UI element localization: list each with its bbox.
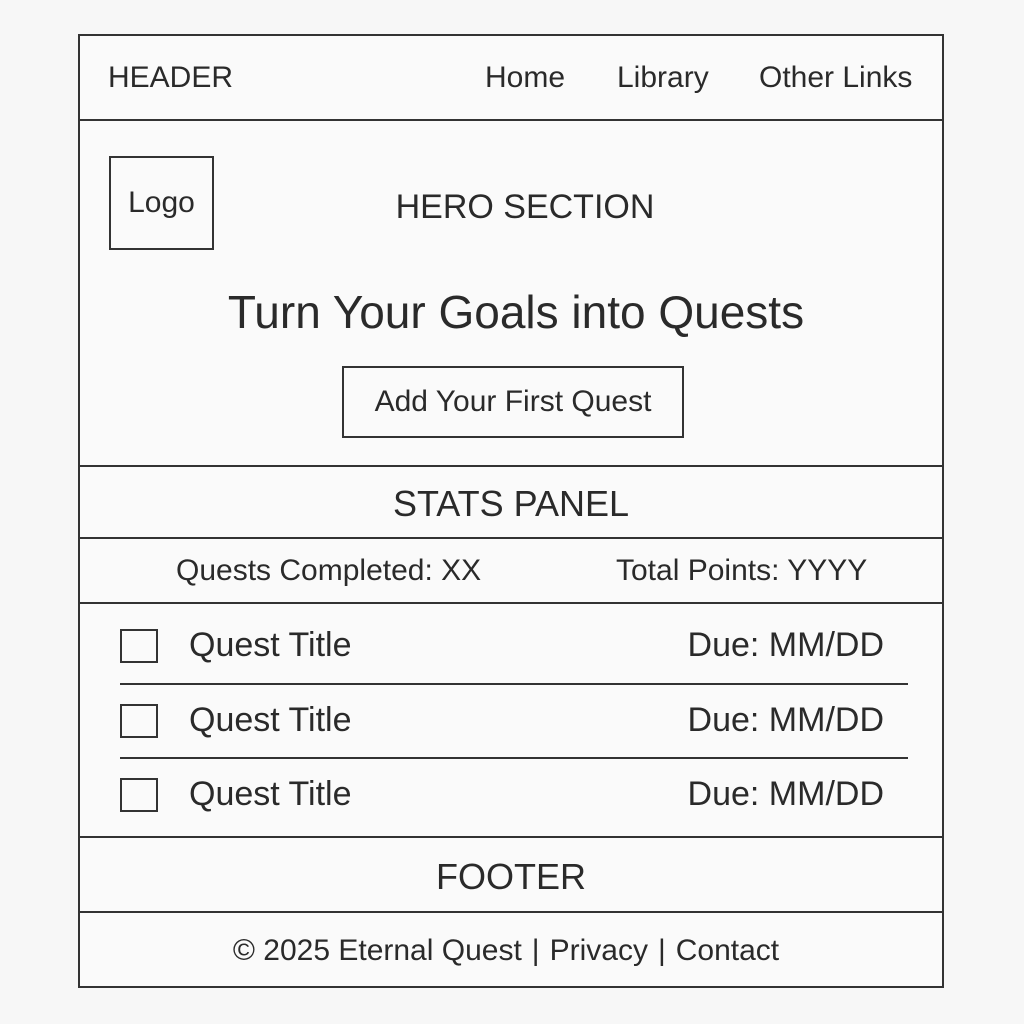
quest-row-divider <box>120 757 908 759</box>
wireframe-page: HEADER Home Library Other Links Logo HER… <box>78 34 944 988</box>
nav-link-other-links[interactable]: Other Links <box>759 63 912 93</box>
footer-separator: | <box>531 934 540 967</box>
quest-list-divider <box>80 836 942 838</box>
hero-divider <box>80 465 942 467</box>
stats-header-divider <box>80 537 942 539</box>
quest-checkbox[interactable] <box>120 778 158 812</box>
quest-title: Quest Title <box>189 775 352 813</box>
quest-due-date: Due: MM/DD <box>687 626 884 664</box>
footer-links: © 2025 Eternal Quest | Privacy | Contact <box>80 936 942 966</box>
quest-list-item: Quest Title Due: MM/DD <box>120 701 908 742</box>
hero-title: Turn Your Goals into Quests <box>227 286 805 338</box>
quest-list-item: Quest Title Due: MM/DD <box>120 775 908 816</box>
header-label: HEADER <box>108 61 234 94</box>
quest-list-item: Quest Title Due: MM/DD <box>120 626 908 667</box>
footer-divider <box>80 911 942 913</box>
header-divider <box>80 119 942 121</box>
stats-panel-label: STATS PANEL <box>392 483 630 524</box>
quest-checkbox[interactable] <box>120 629 158 663</box>
hero-section-label: HERO SECTION <box>395 188 655 226</box>
quest-checkbox[interactable] <box>120 704 158 738</box>
nav-link-library[interactable]: Library <box>617 63 709 93</box>
add-first-quest-button[interactable]: Add Your First Quest <box>342 366 684 438</box>
total-points-stat: Total Points: YYYY <box>616 554 868 587</box>
quest-due-date: Due: MM/DD <box>687 775 884 813</box>
quest-title: Quest Title <box>189 701 352 739</box>
stats-divider <box>80 602 942 604</box>
quest-due-date: Due: MM/DD <box>687 701 884 739</box>
quest-row-divider <box>120 683 908 685</box>
quest-title: Quest Title <box>189 626 352 664</box>
footer-separator: | <box>657 934 666 967</box>
footer-link-privacy[interactable]: Privacy <box>550 934 648 967</box>
quests-completed-stat: Quests Completed: XX <box>176 554 482 587</box>
nav-link-home[interactable]: Home <box>485 63 565 93</box>
footer-link-contact[interactable]: Contact <box>676 934 779 967</box>
footer-copyright: © 2025 Eternal Quest <box>232 934 522 967</box>
footer-label: FOOTER <box>436 856 586 897</box>
add-first-quest-button-label: Add Your First Quest <box>374 385 652 418</box>
